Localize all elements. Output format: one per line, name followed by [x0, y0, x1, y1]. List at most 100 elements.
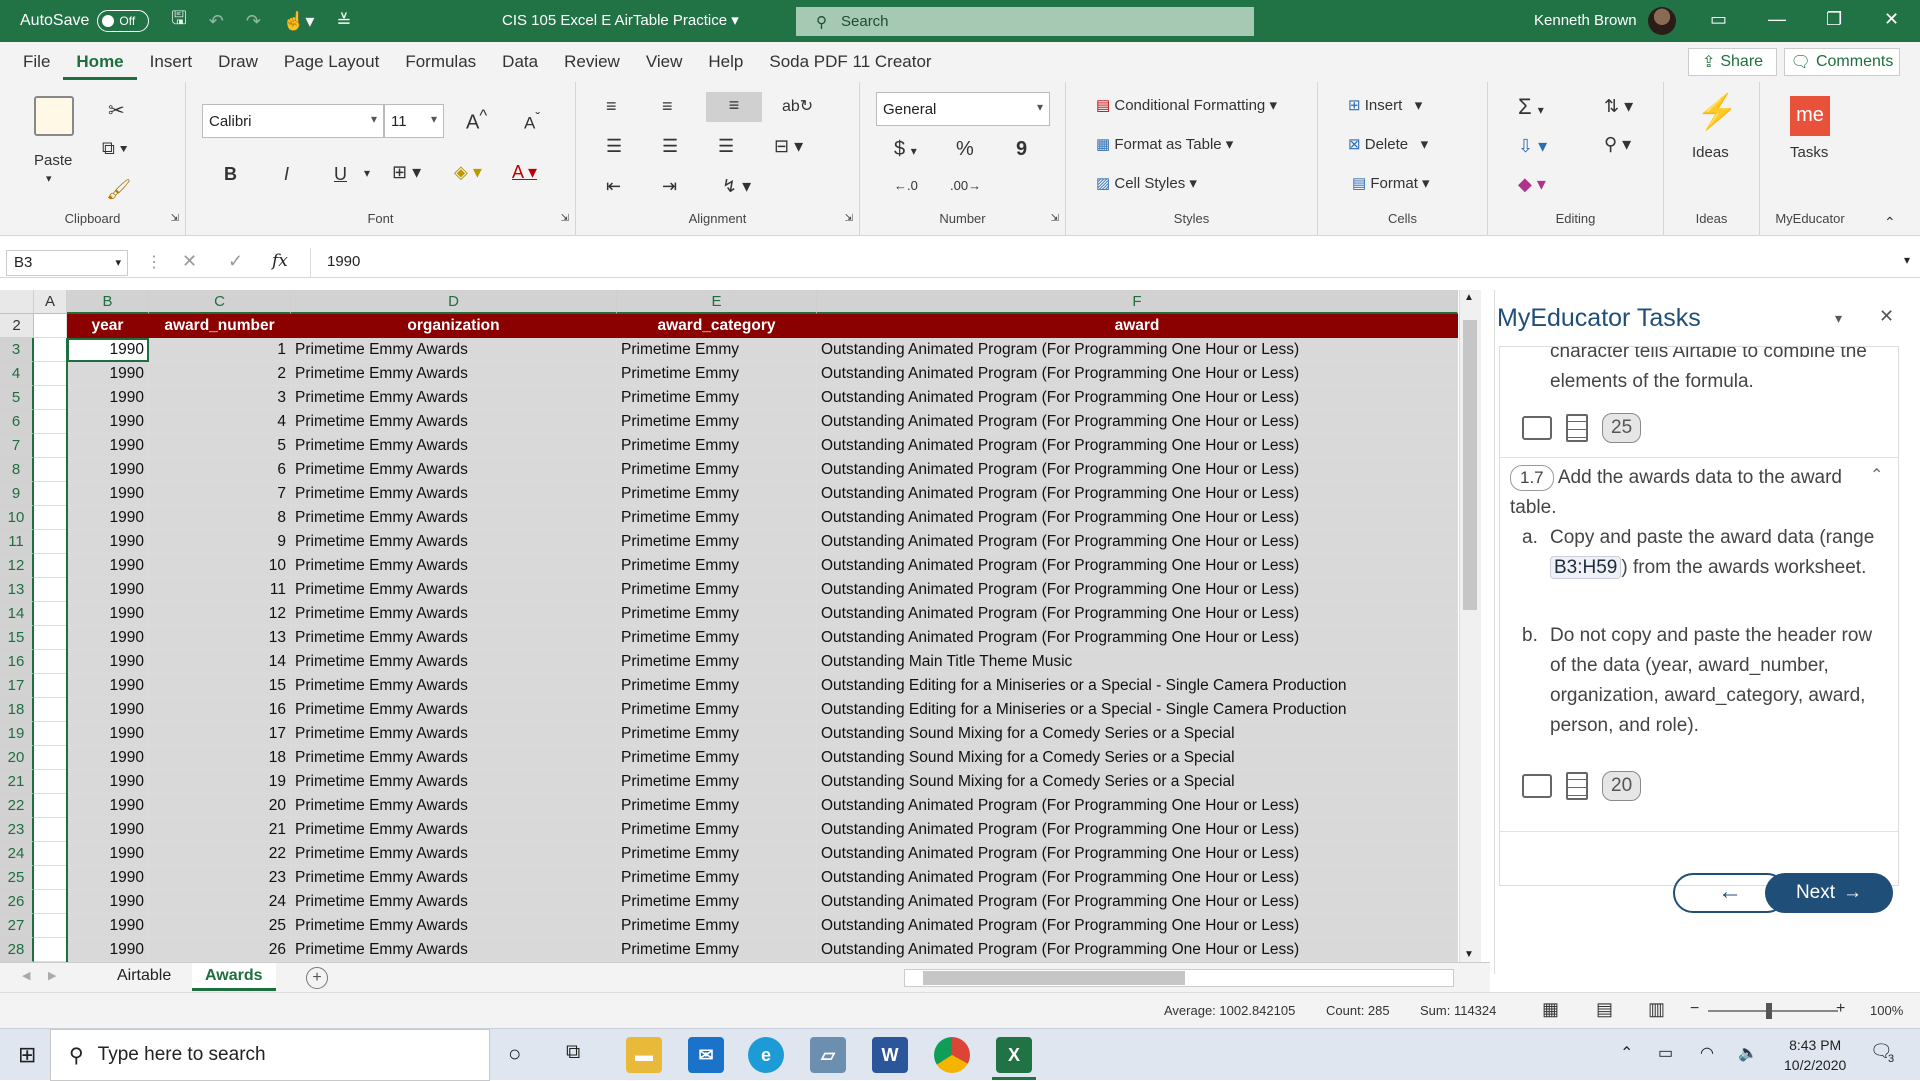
cut-icon[interactable]: ✂: [108, 98, 125, 123]
table-cell[interactable]: Primetime Emmy Awards: [291, 722, 617, 746]
table-cell[interactable]: Primetime Emmy: [617, 722, 817, 746]
table-cell[interactable]: Outstanding Animated Program (For Progra…: [817, 890, 1458, 914]
cortana-icon[interactable]: ○: [508, 1041, 521, 1067]
cell[interactable]: [34, 386, 67, 410]
myeducator-logo[interactable]: me: [1790, 96, 1830, 136]
cell[interactable]: [34, 746, 67, 770]
autosave[interactable]: AutoSave Off: [20, 10, 150, 32]
save-icon[interactable]: 🖫: [171, 6, 186, 36]
table-cell[interactable]: 1990: [67, 938, 149, 962]
video-icon[interactable]: [1522, 774, 1552, 798]
table-cell[interactable]: 1990: [67, 458, 149, 482]
clipboard-launcher-icon[interactable]: ⇲: [171, 213, 179, 224]
worksheet-grid[interactable]: A B C D E F 2 year award_number organization award…: [0, 290, 1458, 962]
align-right-icon[interactable]: ☰: [718, 136, 734, 157]
table-cell[interactable]: 1990: [67, 650, 149, 674]
menu-file[interactable]: File: [10, 52, 63, 72]
row-header[interactable]: 25: [0, 866, 34, 890]
align-top-icon[interactable]: ≡: [606, 96, 617, 117]
table-cell[interactable]: 1: [149, 338, 291, 362]
find-select-icon[interactable]: ⚲ ▾: [1604, 134, 1631, 155]
row-header[interactable]: 15: [0, 626, 34, 650]
table-header-cell[interactable]: award: [817, 314, 1458, 338]
cell[interactable]: [34, 914, 67, 938]
cell[interactable]: [34, 458, 67, 482]
table-cell[interactable]: Outstanding Animated Program (For Progra…: [817, 434, 1458, 458]
table-cell[interactable]: Outstanding Animated Program (For Progra…: [817, 458, 1458, 482]
row-header[interactable]: 13: [0, 578, 34, 602]
insert-function-icon[interactable]: fx: [272, 251, 288, 271]
align-bottom-icon[interactable]: ≡: [706, 92, 762, 122]
table-cell[interactable]: Primetime Emmy Awards: [291, 626, 617, 650]
table-cell[interactable]: Outstanding Animated Program (For Progra…: [817, 938, 1458, 962]
cell[interactable]: [34, 554, 67, 578]
currency-button[interactable]: $ ▾: [894, 138, 917, 161]
increase-font-icon[interactable]: A^: [466, 106, 487, 135]
table-cell[interactable]: 6: [149, 458, 291, 482]
cell[interactable]: [34, 722, 67, 746]
table-cell[interactable]: 5: [149, 434, 291, 458]
edge-icon[interactable]: e: [748, 1037, 784, 1073]
font-size-select[interactable]: 11 ▾: [384, 104, 444, 138]
table-cell[interactable]: Primetime Emmy: [617, 746, 817, 770]
table-cell[interactable]: 21: [149, 818, 291, 842]
format-painter-icon[interactable]: 🖌: [106, 177, 131, 202]
table-cell[interactable]: Primetime Emmy Awards: [291, 938, 617, 962]
table-cell[interactable]: Primetime Emmy Awards: [291, 866, 617, 890]
table-cell[interactable]: Primetime Emmy Awards: [291, 458, 617, 482]
orientation-icon[interactable]: ab↻: [782, 96, 813, 116]
table-cell[interactable]: 12: [149, 602, 291, 626]
table-cell[interactable]: Primetime Emmy: [617, 818, 817, 842]
sheet-tab-awards[interactable]: Awards: [192, 963, 276, 991]
cell[interactable]: [34, 410, 67, 434]
table-cell[interactable]: 22: [149, 842, 291, 866]
menu-formulas[interactable]: Formulas: [392, 52, 489, 72]
table-cell[interactable]: Outstanding Animated Program (For Progra…: [817, 818, 1458, 842]
column-header[interactable]: A: [34, 290, 67, 314]
table-cell[interactable]: Outstanding Animated Program (For Progra…: [817, 866, 1458, 890]
increase-indent-icon[interactable]: ⇥: [662, 176, 677, 197]
row-header[interactable]: 5: [0, 386, 34, 410]
table-cell[interactable]: Primetime Emmy Awards: [291, 770, 617, 794]
table-cell[interactable]: 1990: [67, 746, 149, 770]
horizontal-scrollbar[interactable]: [904, 969, 1454, 987]
table-cell[interactable]: 15: [149, 674, 291, 698]
cell[interactable]: [34, 674, 67, 698]
table-cell[interactable]: Outstanding Main Title Theme Music: [817, 650, 1458, 674]
table-cell[interactable]: 25: [149, 914, 291, 938]
row-header[interactable]: 11: [0, 530, 34, 554]
table-cell[interactable]: Primetime Emmy Awards: [291, 698, 617, 722]
comma-button[interactable]: 9: [1016, 138, 1027, 161]
menu-help[interactable]: Help: [695, 52, 756, 72]
cell[interactable]: [34, 506, 67, 530]
table-cell[interactable]: 1990: [67, 362, 149, 386]
align-left-icon[interactable]: ☰: [606, 136, 622, 157]
comments-button[interactable]: 🗨 Comments: [1784, 48, 1900, 76]
conditional-formatting-button[interactable]: ▤ Conditional Formatting ▾: [1096, 96, 1277, 114]
video-icon[interactable]: [1522, 416, 1552, 440]
row-header[interactable]: 10: [0, 506, 34, 530]
next-button[interactable]: Next →: [1765, 873, 1893, 913]
cell[interactable]: [34, 938, 67, 962]
row-header[interactable]: 18: [0, 698, 34, 722]
font-color-icon[interactable]: A ▾: [512, 162, 537, 183]
table-cell[interactable]: Primetime Emmy: [617, 890, 817, 914]
table-cell[interactable]: Primetime Emmy Awards: [291, 914, 617, 938]
table-cell[interactable]: Outstanding Sound Mixing for a Comedy Se…: [817, 722, 1458, 746]
table-cell[interactable]: Primetime Emmy Awards: [291, 602, 617, 626]
table-cell[interactable]: Primetime Emmy Awards: [291, 650, 617, 674]
customize-toolbar-icon[interactable]: ≚: [336, 11, 351, 32]
row-header[interactable]: 23: [0, 818, 34, 842]
table-cell[interactable]: Primetime Emmy: [617, 698, 817, 722]
tasks-button[interactable]: Tasks: [1790, 144, 1828, 161]
table-cell[interactable]: 1990: [67, 434, 149, 458]
page-layout-view-icon[interactable]: ▤: [1596, 999, 1613, 1020]
task-list[interactable]: character tells Airtable to combine the …: [1499, 346, 1899, 886]
table-cell[interactable]: Primetime Emmy: [617, 434, 817, 458]
row-header[interactable]: 22: [0, 794, 34, 818]
touch-mode-icon[interactable]: ☝▾: [283, 11, 314, 32]
clock[interactable]: 8:43 PM 10/2/2020: [1784, 1035, 1846, 1075]
autosum-icon[interactable]: Σ ▾: [1518, 94, 1544, 120]
table-cell[interactable]: Primetime Emmy Awards: [291, 506, 617, 530]
cancel-icon[interactable]: ✕: [182, 251, 197, 272]
